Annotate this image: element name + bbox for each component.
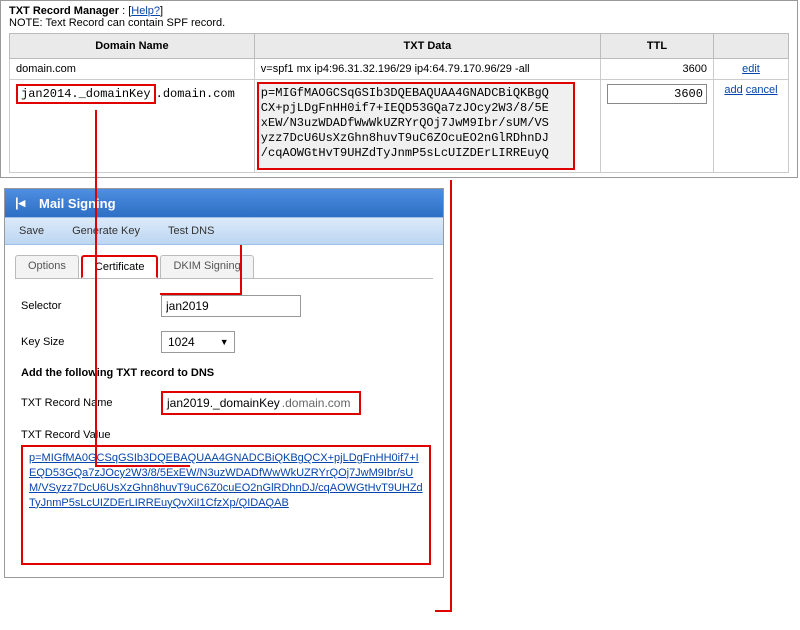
- txt-records-table: Domain Name TXT Data TTL domain.com v=sp…: [9, 33, 789, 173]
- cell-txtdata-editable: p=MIGfMAOGCSqGSIb3DQEBAQUAA4GNADCBiQKBgQ…: [254, 80, 600, 173]
- annotation-line: [160, 293, 240, 295]
- window-toolbar: Save Generate Key Test DNS: [5, 217, 443, 245]
- txt-data-textarea[interactable]: p=MIGfMAOGCSqGSIb3DQEBAQUAA4GNADCBiQKBgQ…: [257, 82, 575, 170]
- annotation-line: [435, 610, 452, 612]
- back-icon[interactable]: |◂: [15, 195, 29, 211]
- panel-note: NOTE: Text Record can contain SPF record…: [9, 17, 789, 29]
- cell-txtdata: v=spf1 mx ip4:96.31.32.196/29 ip4:64.79.…: [254, 59, 600, 80]
- col-txtdata: TXT Data: [254, 34, 600, 59]
- annotation-line: [95, 465, 190, 467]
- generate-key-button[interactable]: Generate Key: [58, 218, 154, 244]
- ttl-input[interactable]: [607, 84, 707, 104]
- tab-options[interactable]: Options: [15, 255, 79, 278]
- cell-ttl: 3600: [600, 59, 713, 80]
- chevron-down-icon: ▼: [215, 337, 234, 347]
- txt-record-value-box[interactable]: p=MIGfMA0GCSqGSIb3DQEBAQUAA4GNADCBiQKBgQ…: [21, 445, 431, 565]
- col-domain: Domain Name: [10, 34, 255, 59]
- add-link[interactable]: add: [724, 84, 742, 96]
- key-size-select[interactable]: 1024▼: [161, 331, 235, 353]
- cell-domain: domain.com: [10, 59, 255, 80]
- annotation-line: [450, 180, 452, 612]
- dns-section-heading: Add the following TXT record to DNS: [21, 367, 431, 379]
- key-size-label: Key Size: [21, 336, 161, 348]
- annotation-line: [240, 245, 242, 295]
- col-actions: [713, 34, 788, 59]
- window-title: Mail Signing: [39, 196, 116, 211]
- table-row: jan2014._domainKey.domain.com p=MIGfMAOG…: [10, 80, 789, 173]
- edit-link[interactable]: edit: [742, 63, 760, 75]
- txt-record-name-label: TXT Record Name: [21, 397, 161, 409]
- cancel-link[interactable]: cancel: [746, 84, 778, 96]
- table-row: domain.com v=spf1 mx ip4:96.31.32.196/29…: [10, 59, 789, 80]
- tab-certificate[interactable]: Certificate: [81, 255, 159, 278]
- panel-title: TXT Record Manager: [9, 5, 119, 17]
- test-dns-button[interactable]: Test DNS: [154, 218, 228, 244]
- mail-signing-window: |◂ Mail Signing Save Generate Key Test D…: [4, 188, 444, 578]
- selector-label: Selector: [21, 300, 161, 312]
- col-ttl: TTL: [600, 34, 713, 59]
- txt-record-name-value[interactable]: jan2019._domainKey.domain.com: [161, 391, 361, 415]
- cell-ttl-editable: [600, 80, 713, 173]
- domain-prefix-input[interactable]: jan2014._domainKey: [16, 84, 156, 104]
- cell-domain-editable: jan2014._domainKey.domain.com: [10, 80, 255, 173]
- tabs: Options Certificate DKIM Signing: [15, 255, 433, 279]
- window-titlebar: |◂ Mail Signing: [5, 189, 443, 217]
- selector-input[interactable]: [161, 295, 301, 317]
- txt-record-value-label: TXT Record Value: [21, 429, 431, 441]
- annotation-line: [95, 110, 97, 465]
- save-button[interactable]: Save: [5, 218, 58, 244]
- help-link[interactable]: Help?: [131, 5, 160, 17]
